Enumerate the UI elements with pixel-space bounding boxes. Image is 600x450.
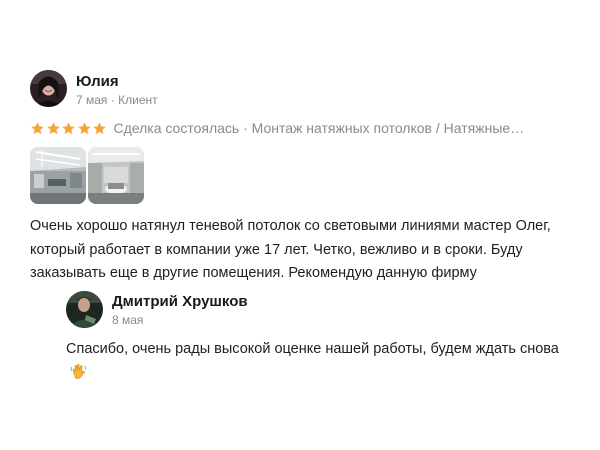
user-avatar-icon (30, 70, 67, 107)
review-photo-1[interactable] (30, 147, 86, 204)
star-icon (61, 121, 76, 136)
deal-info[interactable]: Сделка состоялась · Монтаж натяжных пото… (114, 120, 525, 136)
reply-date: 8 мая (112, 313, 144, 327)
user-avatar-icon (66, 291, 103, 328)
star-icon (30, 121, 45, 136)
reviewer-role: Клиент (118, 93, 158, 107)
review-meta: 7 мая · Клиент (76, 93, 158, 107)
review-text: Очень хорошо натянул теневой потолок со … (30, 218, 551, 281)
reviewer-name[interactable]: Юлия (76, 73, 119, 90)
reply-text-block: Спасибо, очень рады высокой оценке нашей… (66, 338, 566, 388)
meta-separator: · (110, 93, 115, 107)
star-rating (30, 121, 108, 136)
interior-photo-icon (30, 147, 86, 204)
star-icon (46, 121, 61, 136)
reviewer-avatar[interactable] (30, 70, 67, 107)
review-card: Юлия 7 мая · Клиент Сделка состоялась · … (0, 0, 600, 450)
waving-hand-emoji-icon (70, 363, 87, 389)
rating-row: Сделка состоялась · Монтаж натяжных пото… (30, 118, 524, 138)
review-date: 7 мая (76, 93, 108, 107)
reply-text: Спасибо, очень рады высокой оценке нашей… (66, 341, 559, 357)
review-photo-2[interactable] (88, 147, 144, 204)
replier-avatar[interactable] (66, 291, 103, 328)
replier-name[interactable]: Дмитрий Хрушков (112, 293, 248, 310)
star-icon (92, 121, 107, 136)
interior-photo-icon (88, 147, 144, 204)
star-icon (77, 121, 92, 136)
